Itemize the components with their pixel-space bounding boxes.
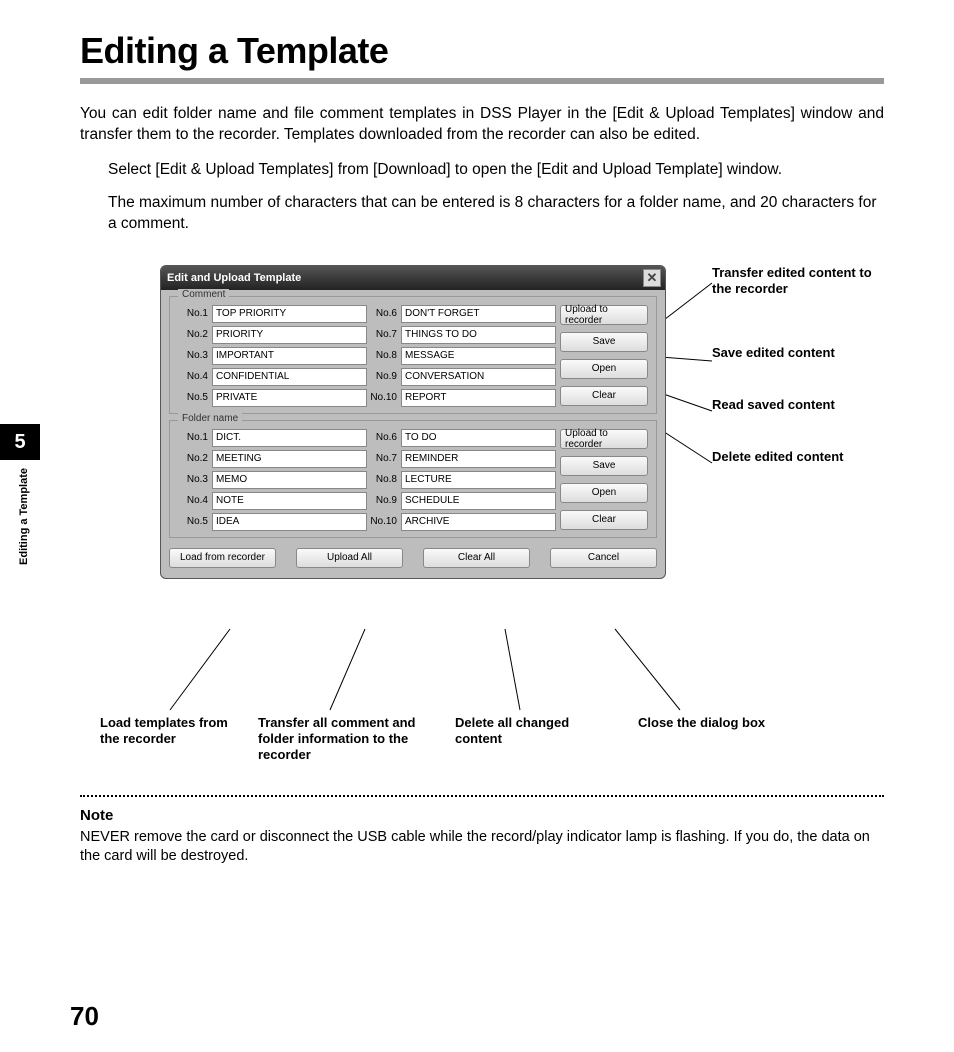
folder-name-group: Folder name No.1DICT. No.2MEETING No.3ME… — [169, 420, 657, 538]
page-title: Editing a Template — [80, 30, 884, 72]
label: No.7 — [367, 329, 397, 340]
comment-input-1[interactable]: TOP PRIORITY — [212, 305, 367, 323]
comment-input-4[interactable]: CONFIDENTIAL — [212, 368, 367, 386]
label: No.4 — [178, 371, 208, 382]
save-button-2[interactable]: Save — [560, 456, 648, 476]
folder-input-3[interactable]: MEMO — [212, 471, 367, 489]
callout-save: Save edited content — [712, 345, 872, 361]
folder-input-4[interactable]: NOTE — [212, 492, 367, 510]
comment-group: Comment No.1TOP PRIORITY No.2PRIORITY No… — [169, 296, 657, 414]
page-number: 70 — [70, 1001, 99, 1032]
comment-input-9[interactable]: CONVERSATION — [401, 368, 556, 386]
note-text: NEVER remove the card or disconnect the … — [80, 828, 884, 867]
comment-input-2[interactable]: PRIORITY — [212, 326, 367, 344]
callout-cancel: Close the dialog box — [638, 715, 778, 731]
folder-input-9[interactable]: SCHEDULE — [401, 492, 556, 510]
close-icon[interactable]: ✕ — [643, 269, 661, 287]
open-button[interactable]: Open — [560, 359, 648, 379]
clear-all-button[interactable]: Clear All — [423, 548, 530, 568]
label: No.8 — [367, 474, 397, 485]
upload-all-button[interactable]: Upload All — [296, 548, 403, 568]
upload-to-recorder-button[interactable]: Upload to recorder — [560, 305, 648, 325]
folder-group-title: Folder name — [178, 413, 242, 424]
callout-clear-all: Delete all changed content — [455, 715, 615, 748]
folder-input-2[interactable]: MEETING — [212, 450, 367, 468]
comment-input-8[interactable]: MESSAGE — [401, 347, 556, 365]
label: No.6 — [367, 432, 397, 443]
folder-input-5[interactable]: IDEA — [212, 513, 367, 531]
open-button-2[interactable]: Open — [560, 483, 648, 503]
label: No.2 — [178, 453, 208, 464]
label: No.10 — [367, 516, 397, 527]
label: No.1 — [178, 432, 208, 443]
edit-upload-template-dialog: Edit and Upload Template ✕ Comment No.1 T… — [160, 265, 666, 579]
clear-button-2[interactable]: Clear — [560, 510, 648, 530]
title-rule — [80, 78, 884, 84]
intro-paragraph: You can edit folder name and file commen… — [80, 104, 884, 146]
label: No.5 — [178, 392, 208, 403]
folder-input-10[interactable]: ARCHIVE — [401, 513, 556, 531]
callout-load: Load templates from the recorder — [100, 715, 240, 748]
comment-input-3[interactable]: IMPORTANT — [212, 347, 367, 365]
label: No.1 — [178, 308, 208, 319]
label: No.5 — [178, 516, 208, 527]
comment-input-7[interactable]: THINGS TO DO — [401, 326, 556, 344]
comment-input-5[interactable]: PRIVATE — [212, 389, 367, 407]
label: No.8 — [367, 350, 397, 361]
callout-delete: Delete edited content — [712, 449, 872, 465]
label: No.4 — [178, 495, 208, 506]
load-from-recorder-button[interactable]: Load from recorder — [169, 548, 276, 568]
dialog-titlebar: Edit and Upload Template ✕ — [161, 266, 665, 290]
comment-input-10[interactable]: REPORT — [401, 389, 556, 407]
folder-input-8[interactable]: LECTURE — [401, 471, 556, 489]
bottom-button-row: Load from recorder Upload All Clear All … — [161, 544, 665, 578]
dialog-title: Edit and Upload Template — [167, 272, 301, 284]
figure-area: Edit and Upload Template ✕ Comment No.1 T… — [0, 265, 954, 795]
step-2: The maximum number of characters that ca… — [108, 193, 884, 235]
dotted-separator — [80, 795, 884, 797]
folder-input-1[interactable]: DICT. — [212, 429, 367, 447]
label: No.9 — [367, 371, 397, 382]
callout-upload-all: Transfer all comment and folder informat… — [258, 715, 438, 764]
label: No.2 — [178, 329, 208, 340]
comment-input-6[interactable]: DON'T FORGET — [401, 305, 556, 323]
note-heading: Note — [80, 807, 884, 824]
label: No.9 — [367, 495, 397, 506]
callout-transfer: Transfer edited content to the recorder — [712, 265, 872, 298]
save-button[interactable]: Save — [560, 332, 648, 352]
label: No.6 — [367, 308, 397, 319]
clear-button[interactable]: Clear — [560, 386, 648, 406]
label: No.3 — [178, 350, 208, 361]
comment-group-title: Comment — [178, 289, 229, 300]
callout-read: Read saved content — [712, 397, 872, 413]
folder-input-6[interactable]: TO DO — [401, 429, 556, 447]
upload-to-recorder-button-2[interactable]: Upload to recorder — [560, 429, 648, 449]
folder-input-7[interactable]: REMINDER — [401, 450, 556, 468]
label: No.3 — [178, 474, 208, 485]
cancel-button[interactable]: Cancel — [550, 548, 657, 568]
label: No.7 — [367, 453, 397, 464]
step-1: Select [Edit & Upload Templates] from [D… — [108, 160, 884, 181]
label: No.10 — [367, 392, 397, 403]
